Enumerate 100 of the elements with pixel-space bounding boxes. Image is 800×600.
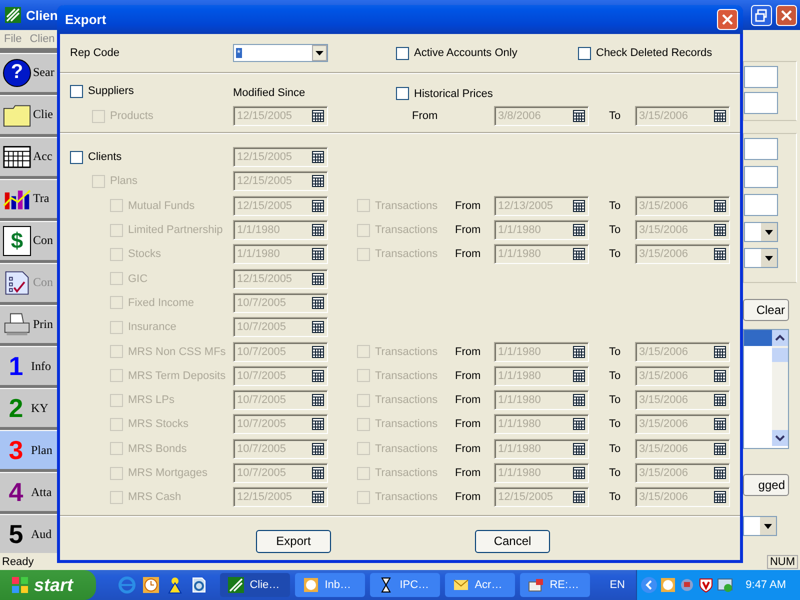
to-label: To (608, 110, 622, 122)
taskbar-button[interactable]: IPC… (370, 573, 440, 597)
calendar-icon[interactable] (714, 418, 726, 430)
sidebar-item[interactable]: 5 Aud (0, 514, 57, 554)
close-button[interactable] (776, 4, 797, 26)
calendar-icon[interactable] (714, 200, 726, 212)
sidebar-item[interactable]: Prin (0, 304, 57, 344)
cancel-button[interactable]: Cancel (475, 530, 550, 553)
calendar-icon[interactable] (573, 110, 585, 122)
flagged-button[interactable]: gged (743, 474, 789, 496)
calendar-icon[interactable] (312, 175, 324, 188)
calendar-icon[interactable] (573, 370, 585, 382)
export-button[interactable]: Export (256, 530, 331, 553)
calendar-icon[interactable] (573, 200, 585, 212)
rep-code-dropdown[interactable]: * (233, 44, 328, 62)
calendar-icon[interactable] (714, 370, 726, 382)
taskbar-button[interactable]: Clie… (220, 573, 290, 597)
calendar-icon[interactable] (714, 224, 726, 236)
text-field[interactable] (744, 138, 778, 160)
calendar-icon[interactable] (312, 200, 324, 212)
calendar-icon[interactable] (312, 272, 324, 285)
scrollbar[interactable] (772, 330, 788, 446)
calendar-icon[interactable] (573, 394, 585, 406)
checkbox-box[interactable] (396, 87, 409, 100)
sidebar-item[interactable]: 1 Info (0, 346, 57, 386)
taskbar-button[interactable]: RE:… (520, 573, 590, 597)
start-button[interactable]: start (0, 570, 96, 600)
list-box[interactable] (743, 329, 789, 449)
calendar-icon[interactable] (714, 248, 726, 260)
menu-item[interactable]: File (4, 33, 22, 45)
clock-icon[interactable] (142, 576, 160, 594)
checkbox-box[interactable] (70, 84, 83, 98)
close-button[interactable] (717, 9, 738, 30)
text-field[interactable] (744, 166, 778, 188)
clock-icon[interactable] (660, 577, 676, 593)
checkbox-box[interactable] (396, 46, 409, 60)
calendar-icon[interactable] (312, 346, 324, 358)
calendar-icon[interactable] (714, 346, 726, 358)
calendar-icon[interactable] (312, 224, 324, 236)
calendar-icon[interactable] (312, 418, 324, 430)
sidebar-item[interactable]: ? Sear (0, 53, 57, 92)
restore-button[interactable] (751, 4, 772, 26)
update-icon[interactable] (716, 577, 733, 593)
calendar-icon[interactable] (573, 491, 585, 504)
calendar-icon[interactable] (714, 110, 726, 122)
calendar-icon[interactable] (312, 296, 324, 309)
calendar-icon[interactable] (573, 418, 585, 430)
calendar-icon[interactable] (312, 370, 324, 382)
dropdown[interactable] (743, 516, 777, 536)
person-icon[interactable] (166, 576, 184, 594)
text-field[interactable] (744, 92, 778, 114)
menu-item[interactable]: Clien (30, 33, 55, 45)
sidebar-item[interactable]: Tra (0, 178, 57, 218)
dropdown[interactable] (744, 248, 778, 268)
calendar-icon[interactable] (312, 110, 324, 122)
dropdown[interactable] (744, 222, 778, 242)
calendar-icon[interactable] (714, 491, 726, 504)
sidebar-item[interactable]: $ Con (0, 220, 57, 260)
checkbox[interactable]: Clients (70, 150, 233, 164)
field-label: Modified Since (233, 86, 306, 98)
app-icon (228, 577, 244, 593)
sidebar-item[interactable]: 2 KY (0, 388, 57, 428)
shield-icon[interactable] (698, 577, 714, 593)
checkbox[interactable]: Historical Prices (396, 82, 493, 100)
chevron-left-icon[interactable] (640, 577, 657, 593)
clear-button[interactable]: Clear (743, 299, 789, 321)
checkbox[interactable]: Suppliers (70, 84, 233, 98)
sidebar-item[interactable]: 3 Plan (0, 430, 57, 470)
calendar-icon[interactable] (573, 224, 585, 236)
sidebar-item[interactable]: Clie (0, 94, 57, 134)
calendar-icon[interactable] (312, 394, 324, 406)
text-field[interactable] (744, 66, 778, 88)
sidebar-item[interactable]: Acc (0, 136, 57, 176)
scroll-down-icon[interactable] (772, 430, 788, 446)
calendar-icon[interactable] (312, 151, 324, 164)
calendar-icon[interactable] (312, 321, 324, 334)
checkbox[interactable]: Check Deleted Records (578, 46, 712, 60)
language-indicator[interactable]: EN (610, 579, 636, 591)
checkbox[interactable]: Active Accounts Only (396, 46, 578, 60)
calendar-icon[interactable] (573, 248, 585, 260)
taskbar-button[interactable]: Acr… (444, 573, 515, 597)
calendar-icon[interactable] (573, 346, 585, 358)
calendar-icon[interactable] (714, 467, 726, 479)
calendar-icon[interactable] (573, 467, 585, 479)
calendar-icon[interactable] (714, 442, 726, 455)
calendar-icon[interactable] (312, 467, 324, 479)
checkbox-box[interactable] (578, 46, 591, 60)
calendar-icon[interactable] (714, 394, 726, 406)
calendar-icon[interactable] (573, 442, 585, 455)
calendar-icon[interactable] (312, 491, 324, 504)
calendar-icon[interactable] (312, 442, 324, 455)
date-field[interactable]: 12/15/2005 (233, 147, 328, 168)
document-icon[interactable] (190, 576, 208, 594)
scroll-up-icon[interactable] (772, 330, 788, 346)
text-field[interactable] (744, 194, 778, 216)
calendar-icon[interactable] (312, 248, 324, 260)
sidebar-item[interactable]: 4 Atta (0, 472, 57, 512)
checkbox-box[interactable] (70, 150, 83, 164)
taskbar-button[interactable]: Inb… (294, 573, 365, 597)
scroll-thumb[interactable] (772, 348, 788, 362)
